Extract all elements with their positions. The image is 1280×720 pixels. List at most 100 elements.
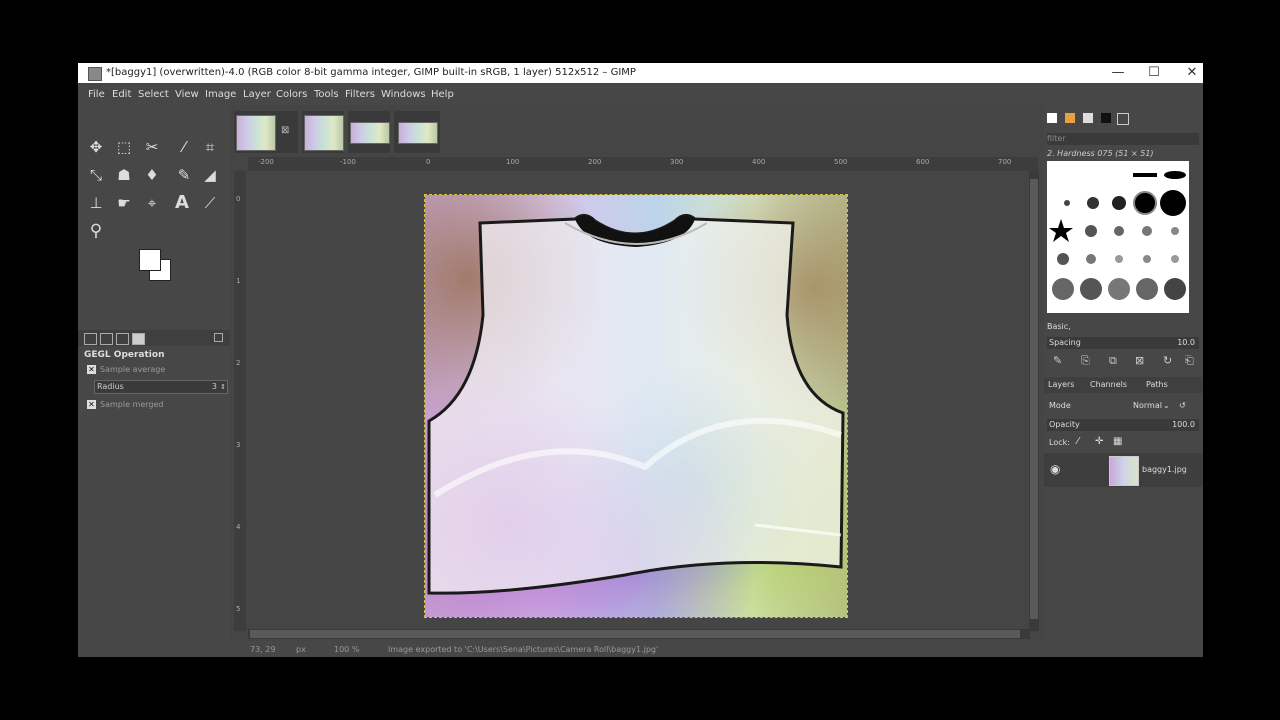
brush-tag-selector[interactable]: Basic, <box>1047 321 1199 333</box>
spinner-arrows-icon[interactable]: ⇕ <box>220 381 226 393</box>
device-status-tab-icon[interactable] <box>100 333 113 345</box>
current-brush-name: 2. Hardness 075 (51 × 51) <box>1047 149 1154 158</box>
fonts-tab-icon[interactable] <box>1083 113 1093 123</box>
patterns-tab-icon[interactable] <box>1065 113 1075 123</box>
tool-options-tab-icon[interactable] <box>84 333 97 345</box>
visibility-eye-icon[interactable]: ◉ <box>1050 462 1060 476</box>
status-message: Image exported to 'C:\Users\Sena\Picture… <box>388 645 659 654</box>
title-bar: *[baggy1] (overwritten)-4.0 (RGB color 8… <box>78 63 1203 83</box>
horizontal-scroll-thumb[interactable] <box>250 630 1020 638</box>
menu-windows[interactable]: Windows <box>381 89 426 100</box>
sample-merged-option[interactable]: ✕ Sample merged <box>87 400 163 409</box>
layer-row[interactable]: ◉ baggy1.jpg <box>1044 453 1203 487</box>
edit-brush-icon[interactable]: ✎ <box>1053 354 1062 367</box>
sample-average-checkbox[interactable]: ✕ <box>87 365 96 374</box>
image-thumbnail <box>350 122 390 144</box>
zoom-icon[interactable]: ⚲ <box>84 219 108 243</box>
path-icon[interactable]: ⌖ <box>140 191 164 215</box>
radius-spinner[interactable]: Radius 3 ⇕ <box>94 380 228 394</box>
image-tab-active[interactable]: ⊠ <box>234 111 298 153</box>
ruler-tick: 700 <box>998 158 1012 166</box>
horizontal-ruler: -200 -100 0 100 200 300 400 500 600 700 <box>248 157 1038 171</box>
image-canvas[interactable] <box>424 194 848 618</box>
mode-label: Mode <box>1049 401 1071 410</box>
refresh-brushes-icon[interactable]: ↻ <box>1163 354 1172 367</box>
brush-filter-input[interactable]: filter <box>1047 133 1199 145</box>
ruler-tick: 500 <box>834 158 848 166</box>
tab-layers[interactable]: Layers <box>1048 380 1074 389</box>
brush-grid[interactable] <box>1047 161 1189 313</box>
menu-filters[interactable]: Filters <box>345 89 375 100</box>
mode-dropdown[interactable]: Normal <box>1133 397 1162 415</box>
tab-channels[interactable]: Channels <box>1090 380 1127 389</box>
move-icon[interactable]: ✥ <box>84 135 108 159</box>
sample-merged-checkbox[interactable]: ✕ <box>87 400 96 409</box>
close-button[interactable]: ✕ <box>1175 63 1203 83</box>
paint-dynamics-tab-icon[interactable] <box>1117 113 1129 125</box>
text-icon[interactable]: A <box>170 191 194 215</box>
new-brush-icon[interactable]: ⎘ <box>1081 354 1090 368</box>
ruler-tick: -100 <box>340 158 356 166</box>
filter-placeholder: filter <box>1047 134 1066 143</box>
lock-alpha-icon[interactable]: ▦ <box>1113 436 1122 447</box>
crop-icon[interactable]: ⌗ <box>198 135 222 159</box>
menu-layer[interactable]: Layer <box>243 89 271 100</box>
minimize-button[interactable]: — <box>1101 63 1135 83</box>
opacity-value: 100.0 <box>1172 420 1195 429</box>
image-tab[interactable] <box>302 111 344 153</box>
ruler-tick: 0 <box>236 195 241 203</box>
toolbox-panel: ✥ ⬚ ✂ ⁄ ⌗ ⤡ ☗ ♦ ✎ ◢ ⊥ ☛ ⌖ A ⟋ ⚲ GEGL Ope… <box>78 105 230 657</box>
gradients-tab-icon[interactable] <box>1101 113 1111 123</box>
paint-icon[interactable]: ♦ <box>140 163 164 187</box>
undo-history-tab-icon[interactable] <box>116 333 129 345</box>
images-tab-icon[interactable] <box>132 333 145 345</box>
delete-brush-icon[interactable]: ⊠ <box>1135 354 1144 367</box>
mode-reset-icon[interactable]: ↺ <box>1179 397 1186 415</box>
menu-file[interactable]: File <box>88 89 105 100</box>
brush-action-buttons: ✎ ⎘ ⧉ ⊠ ↻ ⎗ <box>1047 354 1199 370</box>
bucket-fill-icon[interactable]: ☗ <box>112 163 136 187</box>
menu-tools[interactable]: Tools <box>314 89 339 100</box>
panel-menu-icon[interactable] <box>214 333 223 342</box>
ruler-tick: -200 <box>258 158 274 166</box>
menu-view[interactable]: View <box>175 89 199 100</box>
color-picker-icon[interactable]: ⟋ <box>198 191 222 215</box>
scissors-icon[interactable]: ✂ <box>140 135 164 159</box>
lock-position-icon[interactable]: ✛ <box>1095 436 1103 447</box>
rect-select-icon[interactable]: ⬚ <box>112 135 136 159</box>
zoom-selector[interactable]: 100 % <box>334 645 359 654</box>
foreground-color-swatch[interactable] <box>139 249 161 271</box>
warp-icon[interactable]: ⤡ <box>84 163 108 187</box>
menu-image[interactable]: Image <box>205 89 236 100</box>
close-tab-icon[interactable]: ⊠ <box>281 125 289 136</box>
smudge-icon[interactable]: ☛ <box>112 191 136 215</box>
vertical-scroll-thumb[interactable] <box>1030 179 1038 619</box>
unit-selector[interactable]: px <box>296 645 306 654</box>
tab-paths[interactable]: Paths <box>1146 380 1168 389</box>
open-brush-as-image-icon[interactable]: ⎗ <box>1185 354 1194 368</box>
brush-icon[interactable]: ✎ <box>172 163 196 187</box>
brushes-tab-icon[interactable] <box>1047 113 1057 123</box>
opacity-spinner[interactable]: Opacity 100.0 <box>1047 419 1199 431</box>
ruler-tick: 5 <box>236 605 241 613</box>
menu-help[interactable]: Help <box>431 89 454 100</box>
menu-colors[interactable]: Colors <box>276 89 307 100</box>
vertical-scrollbar[interactable] <box>1029 171 1039 631</box>
fuzzy-select-icon[interactable]: ⁄ <box>172 135 196 159</box>
clone-icon[interactable]: ⊥ <box>84 191 108 215</box>
lock-pixels-icon[interactable]: ⁄ <box>1077 436 1079 447</box>
menu-select[interactable]: Select <box>138 89 169 100</box>
image-tab[interactable] <box>348 111 390 153</box>
ruler-tick: 4 <box>236 523 241 531</box>
menu-edit[interactable]: Edit <box>112 89 131 100</box>
shirt-shape <box>427 214 845 595</box>
horizontal-scrollbar[interactable] <box>248 629 1030 639</box>
image-tab[interactable] <box>394 111 440 153</box>
eraser-icon[interactable]: ◢ <box>198 163 222 187</box>
maximize-button[interactable]: ☐ <box>1137 63 1171 83</box>
duplicate-brush-icon[interactable]: ⧉ <box>1109 354 1117 368</box>
spacing-spinner[interactable]: Spacing 10.0 <box>1047 337 1199 349</box>
sample-average-option[interactable]: ✕ Sample average <box>87 365 165 374</box>
brush-previews <box>1049 171 1186 300</box>
chevron-down-icon[interactable]: ⌄ <box>1163 397 1170 415</box>
